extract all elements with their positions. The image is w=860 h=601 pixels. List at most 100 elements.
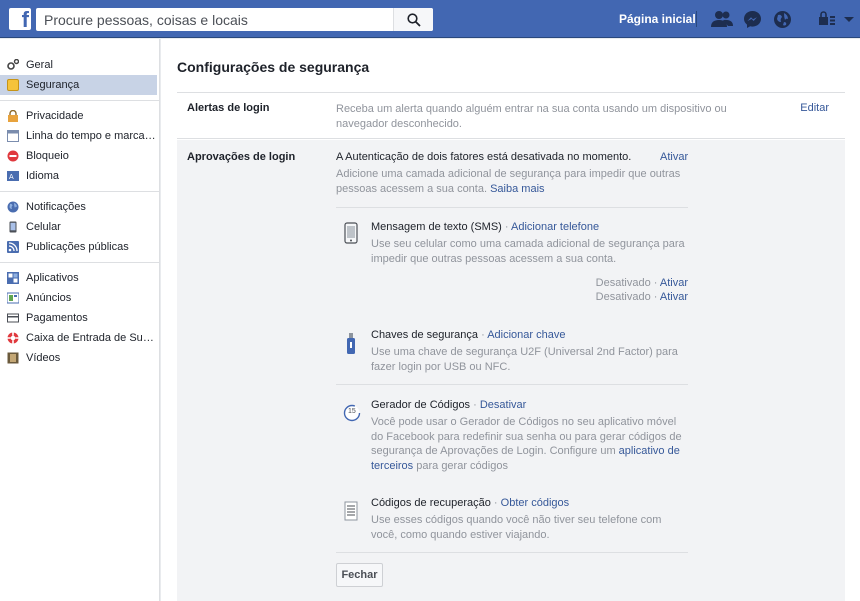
card-icon xyxy=(7,313,19,323)
sidebar-item-label: Idioma xyxy=(26,170,60,182)
apps-icon xyxy=(7,272,19,284)
security-keys-method: Chaves de segurança · Adicionar chave Us… xyxy=(336,316,688,384)
recovery-codes-separator: · xyxy=(490,497,501,509)
sms-activate-link[interactable]: Ativar xyxy=(660,277,688,289)
sms-title-line: Mensagem de texto (SMS) · Adicionar tele… xyxy=(371,221,599,233)
sidebar-item-label: Aplicativos xyxy=(26,272,79,284)
search-box[interactable]: Procure pessoas, coisas e locais xyxy=(36,8,433,31)
sms-status-separator: · xyxy=(650,291,660,303)
sidebar-item-bloqueio[interactable]: Bloqueio xyxy=(0,146,157,166)
edit-login-alerts-link[interactable]: Editar xyxy=(800,102,829,114)
sms-activate-link[interactable]: Ativar xyxy=(660,291,688,303)
sidebar-item-label: Caixa de Entrada de Suporte xyxy=(26,332,157,344)
privacy-shortcuts-icon[interactable] xyxy=(818,10,840,28)
sidebar-group-notifications: Notificações Celular Publicações pública… xyxy=(0,192,159,263)
sms-description: Use seu celular como uma camada adiciona… xyxy=(371,238,685,265)
sms-status-text: Desativado xyxy=(595,291,651,303)
login-alerts-description: Receba um alerta quando alguém entrar na… xyxy=(336,103,727,130)
sidebar-item-anuncios[interactable]: Anúncios xyxy=(0,288,157,308)
activate-two-factor-link[interactable]: Ativar xyxy=(660,151,688,163)
top-bar: f Procure pessoas, coisas e locais Págin… xyxy=(0,0,860,38)
sms-status-separator: · xyxy=(650,277,660,289)
lock-icon xyxy=(8,110,18,122)
sidebar-group-account: Geral Segurança xyxy=(0,39,159,101)
globe-notifications-icon[interactable] xyxy=(773,10,793,28)
methods-bottom-divider xyxy=(336,552,688,553)
code-generator-description-end: para gerar códigos xyxy=(413,459,508,472)
sms-method: Mensagem de texto (SMS) · Adicionar tele… xyxy=(336,207,688,315)
recovery-codes-title: Códigos de recuperação xyxy=(371,497,491,509)
get-codes-link[interactable]: Obter códigos xyxy=(501,497,569,509)
sidebar-item-label: Publicações públicas xyxy=(26,241,129,253)
close-button[interactable]: Fechar xyxy=(336,563,383,587)
messenger-icon[interactable] xyxy=(743,10,763,28)
shield-icon xyxy=(7,79,19,91)
ads-icon xyxy=(7,292,19,304)
sidebar-item-privacidade[interactable]: Privacidade xyxy=(0,106,157,126)
sidebar-item-label: Pagamentos xyxy=(26,312,88,324)
logo-letter: f xyxy=(21,7,29,32)
learn-more-link[interactable]: Saiba mais xyxy=(490,183,544,195)
mobile-phone-icon xyxy=(344,222,358,244)
sidebar-item-publicacoes-publicas[interactable]: Publicações públicas xyxy=(0,237,157,257)
add-key-link[interactable]: Adicionar chave xyxy=(487,329,565,341)
sidebar-item-aplicativos[interactable]: Aplicativos xyxy=(0,268,157,288)
search-icon xyxy=(407,13,421,27)
code-generator-separator: · xyxy=(470,399,480,411)
sms-status-text: Desativado xyxy=(595,277,651,289)
sidebar-item-seguranca[interactable]: Segurança xyxy=(0,75,157,95)
usb-key-icon xyxy=(347,333,355,354)
recovery-codes-description: Use esses códigos quando você não tiver … xyxy=(371,514,662,541)
block-icon xyxy=(7,150,19,162)
sidebar-item-label: Privacidade xyxy=(26,110,84,122)
phone-icon xyxy=(9,221,17,233)
sidebar-item-videos[interactable]: Vídeos xyxy=(0,348,157,368)
sidebar-item-idioma[interactable]: A Idioma xyxy=(0,166,157,186)
account-menu-icon[interactable] xyxy=(843,10,855,28)
disable-code-generator-link[interactable]: Desativar xyxy=(480,399,526,411)
sms-status-row-2: Desativado · Ativar xyxy=(596,291,688,303)
sidebar-item-celular[interactable]: Celular xyxy=(0,217,157,237)
code-generator-description: Você pode usar o Gerador de Códigos no s… xyxy=(371,415,686,473)
recovery-codes-title-line: Códigos de recuperação · Obter códigos xyxy=(371,497,569,509)
sidebar-item-linha-do-tempo[interactable]: Linha do tempo e marcação xyxy=(0,126,157,146)
code-generator-method: 15 Gerador de Códigos · Desativar Você p… xyxy=(336,384,688,498)
timeline-icon xyxy=(7,130,19,142)
sidebar-item-notificacoes[interactable]: Notificações xyxy=(0,197,157,217)
sidebar-item-pagamentos[interactable]: Pagamentos xyxy=(0,308,157,328)
search-button[interactable] xyxy=(393,8,433,31)
sidebar-item-caixa-de-entrada-de-suporte[interactable]: Caixa de Entrada de Suporte xyxy=(0,328,157,348)
sidebar-item-label: Notificações xyxy=(26,201,86,213)
sidebar-item-geral[interactable]: Geral xyxy=(0,55,157,75)
code-generator-title-line: Gerador de Códigos · Desativar xyxy=(371,399,526,411)
facebook-logo[interactable]: f xyxy=(9,7,31,32)
login-approvals-section: Aprovações de login A Autenticação de do… xyxy=(177,140,845,601)
login-alerts-row[interactable]: Alertas de login Receba um alerta quando… xyxy=(177,93,845,139)
recovery-codes-method: Códigos de recuperação · Obter códigos U… xyxy=(336,497,688,552)
search-input[interactable]: Procure pessoas, coisas e locais xyxy=(44,12,248,28)
code-generator-title: Gerador de Códigos xyxy=(371,399,471,411)
page-title: Configurações de segurança xyxy=(177,59,370,75)
sidebar-item-label: Linha do tempo e marcação xyxy=(26,130,157,142)
code-generator-icon-label: 15 xyxy=(348,408,356,415)
sms-title: Mensagem de texto (SMS) xyxy=(371,221,502,233)
settings-sidebar: Geral Segurança Privacidade Linha do tem… xyxy=(0,39,160,601)
login-alerts-label: Alertas de login xyxy=(187,102,270,114)
sms-status-row-1: Desativado · Ativar xyxy=(596,277,688,289)
rss-icon xyxy=(7,241,19,253)
sidebar-item-label: Anúncios xyxy=(26,292,72,304)
sidebar-item-label: Vídeos xyxy=(26,352,61,364)
sms-separator: · xyxy=(501,221,512,233)
sidebar-group-apps: Aplicativos Anúncios Pagamentos Caixa de… xyxy=(0,263,159,373)
globe-icon xyxy=(7,201,19,213)
sidebar-item-label: Geral xyxy=(26,59,53,71)
add-phone-link[interactable]: Adicionar telefone xyxy=(511,221,599,233)
sidebar-item-label: Celular xyxy=(26,221,61,233)
home-link[interactable]: Página inicial xyxy=(619,12,696,26)
two-factor-description: Adicione uma camada adicional de seguran… xyxy=(336,167,691,197)
login-approvals-label: Aprovações de login xyxy=(187,151,296,163)
topbar-divider xyxy=(696,11,697,27)
svg-text:A: A xyxy=(9,174,14,181)
two-factor-status: A Autenticação de dois fatores está desa… xyxy=(336,151,632,163)
friend-requests-icon[interactable] xyxy=(711,10,733,28)
